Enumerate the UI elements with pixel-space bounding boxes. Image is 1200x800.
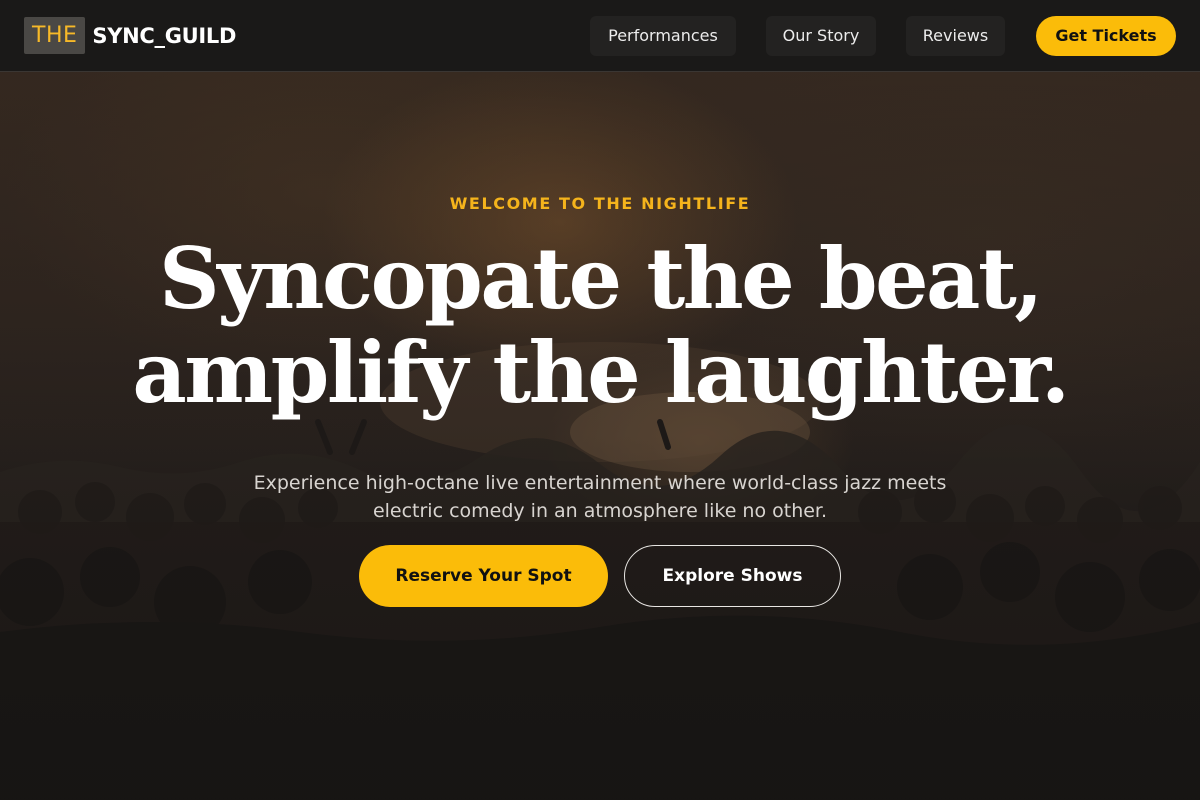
hero-subtitle: Experience high-octane live entertainmen… [253, 472, 947, 522]
nav-link-reviews[interactable]: Reviews [906, 16, 1005, 56]
hero-headline-line-2: amplify the laughter. [132, 323, 1070, 422]
hero-section: WELCOME TO THE NIGHTLIFE Syncopate the b… [0, 72, 1200, 800]
reserve-spot-button[interactable]: Reserve Your Spot [359, 545, 608, 607]
hero-headline-line-1: Syncopate the beat, [158, 229, 1044, 328]
hero-content: WELCOME TO THE NIGHTLIFE Syncopate the b… [0, 72, 1200, 800]
nav-link-our-story[interactable]: Our Story [766, 16, 876, 56]
explore-shows-button[interactable]: Explore Shows [624, 545, 841, 607]
hero-eyebrow: WELCOME TO THE NIGHTLIFE [449, 194, 751, 213]
hero-headline: Syncopate the beat, amplify the laughter… [0, 232, 1200, 420]
get-tickets-button[interactable]: Get Tickets [1036, 16, 1176, 56]
site-header: THE SYNC_GUILD Performances Our Story Re… [0, 0, 1200, 72]
main-nav: Performances Our Story Reviews Get Ticke… [0, 16, 1200, 56]
nav-link-performances[interactable]: Performances [590, 16, 736, 56]
